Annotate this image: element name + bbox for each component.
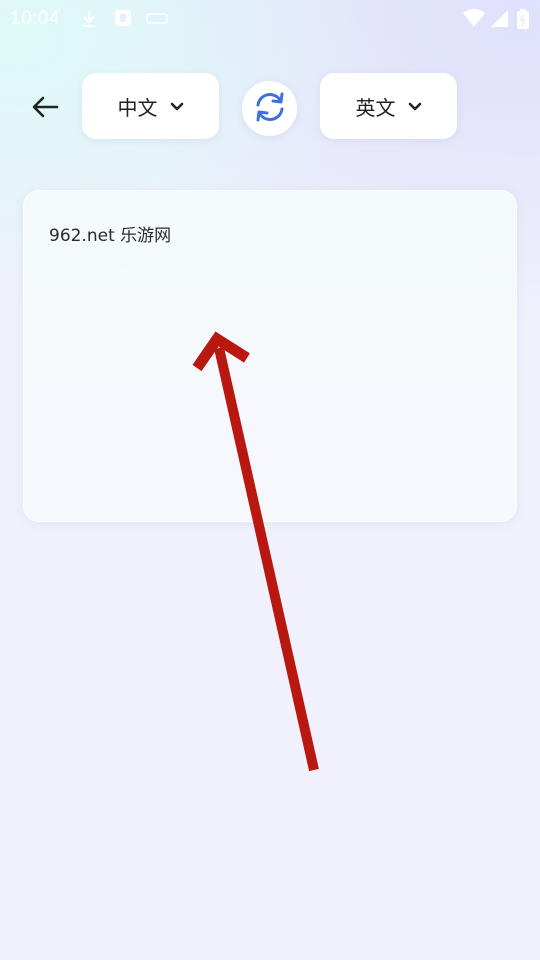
status-time: 10:04 [10, 8, 61, 29]
sim-icon [146, 9, 168, 27]
swap-languages-button[interactable] [242, 81, 297, 136]
source-language-selector[interactable]: 中文 [82, 73, 219, 139]
battery-icon [516, 9, 530, 29]
source-language-label: 中文 [117, 95, 158, 120]
arrow-left-icon [31, 95, 59, 123]
input-text[interactable]: 962.net 乐游网 [49, 221, 489, 246]
target-language-label: 英文 [355, 95, 396, 120]
back-button[interactable] [24, 88, 66, 130]
status-bar: 10:04 [0, 0, 540, 36]
notification-app-icon [114, 9, 132, 27]
download-icon [80, 9, 98, 28]
input-text-card[interactable]: 962.net 乐游网 [23, 190, 517, 522]
chevron-down-icon [408, 97, 422, 116]
target-language-selector[interactable]: 英文 [320, 73, 457, 139]
sync-swap-icon [252, 89, 288, 129]
chevron-down-icon [170, 97, 184, 116]
cell-signal-icon [490, 9, 510, 27]
wifi-icon [462, 9, 486, 27]
